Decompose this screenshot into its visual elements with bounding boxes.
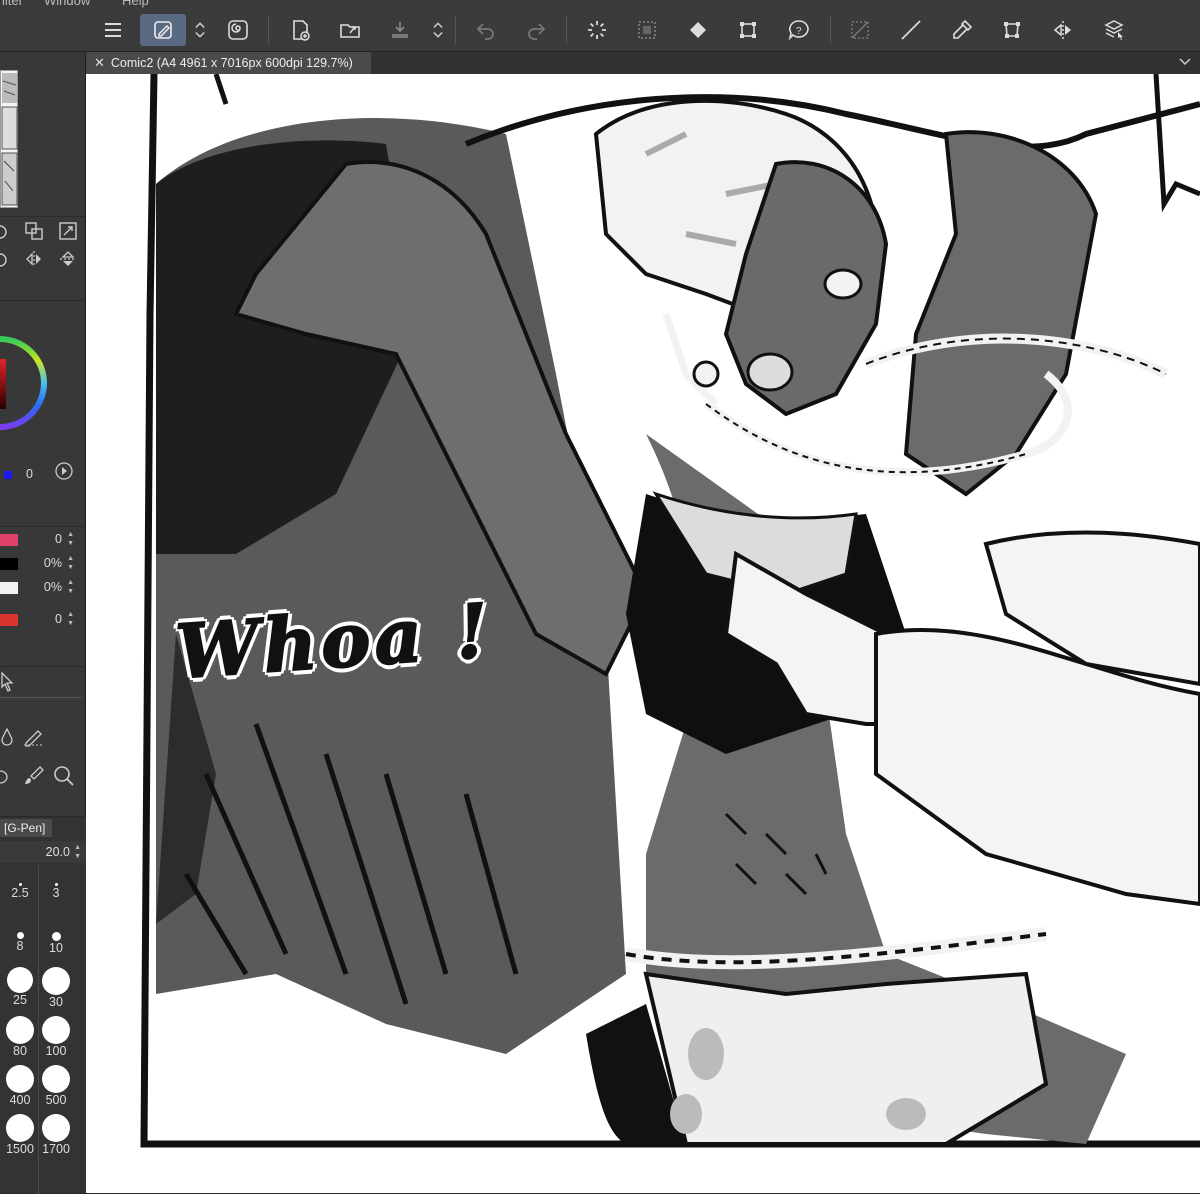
brush-size-cell[interactable]: 25	[5, 967, 35, 1007]
fit-icon[interactable]	[24, 221, 44, 241]
navigator-controls	[0, 216, 86, 274]
play-icon[interactable]	[54, 461, 74, 481]
spinner-icon[interactable]: ▲ ▼	[74, 843, 81, 861]
brush-size-cell[interactable]: 3	[43, 883, 69, 900]
updown-chevron-icon[interactable]	[428, 14, 448, 46]
brush-icon[interactable]	[22, 764, 46, 788]
color-row[interactable]: 0 ▲ ▼	[0, 529, 82, 551]
color-swatch	[0, 558, 18, 570]
brush-size-cell[interactable]: 1500	[3, 1114, 37, 1156]
brush-size-panel: [G-Pen] 20.0 ▲ ▼ 2.5 3 8 10 25 30 80 100 …	[0, 816, 86, 1194]
fill-icon[interactable]	[682, 14, 714, 46]
brush-size-cell[interactable]: 80	[5, 1016, 35, 1058]
menu-item-help[interactable]: Help	[122, 0, 149, 8]
expand-icon[interactable]	[58, 221, 78, 241]
spinner-icon[interactable]: ▲ ▼	[67, 578, 74, 596]
color-wheel-panel: 0	[0, 300, 86, 490]
color-row[interactable]: 0% ▲ ▼	[0, 553, 82, 575]
left-panel: 0 0 ▲ ▼ 0% ▲ ▼ 0% ▲ ▼ 0 ▲ ▼ [G-Pen] 20.0…	[0, 52, 86, 1194]
color-indicator	[4, 471, 12, 479]
select-all-icon[interactable]	[631, 14, 663, 46]
brush-size-grid: 2.5 3 8 10 25 30 80 100 400 500 1500 170…	[0, 865, 86, 1194]
spiral-icon[interactable]	[222, 14, 254, 46]
svg-text:?: ?	[796, 26, 802, 37]
zoom-icon[interactable]	[52, 764, 76, 788]
cursor-icon[interactable]	[0, 671, 16, 693]
transform-icon[interactable]	[732, 14, 764, 46]
line-icon[interactable]	[895, 14, 927, 46]
color-settings: 0 ▲ ▼ 0% ▲ ▼ 0% ▲ ▼ 0 ▲ ▼	[0, 526, 86, 636]
color-swatch	[0, 614, 18, 626]
crop-icon[interactable]	[996, 14, 1028, 46]
eyedropper-icon[interactable]	[946, 14, 978, 46]
navigator-thumbnail[interactable]	[0, 70, 18, 208]
brush-size-cell[interactable]: 400	[5, 1065, 35, 1107]
color-swatch	[0, 582, 18, 594]
canvas-area[interactable]: Whoa !	[86, 74, 1200, 1193]
color-row[interactable]: 0 ▲ ▼	[0, 609, 82, 631]
spinner-icon[interactable]: ▲ ▼	[67, 530, 74, 548]
flip-icon[interactable]	[1047, 14, 1079, 46]
color-row[interactable]: 0% ▲ ▼	[0, 577, 82, 599]
flip-horizontal-icon[interactable]	[24, 249, 44, 269]
brush-size-cell[interactable]: 100	[41, 1016, 71, 1058]
flip-vertical-icon[interactable]	[58, 249, 78, 269]
tool-subpanel	[0, 666, 86, 747]
reset-icon[interactable]	[0, 251, 8, 269]
open-folder-icon[interactable]	[334, 14, 366, 46]
menu-icon[interactable]	[97, 14, 129, 46]
color-swatch	[0, 534, 18, 546]
tool-icons-row	[0, 760, 86, 796]
document-tab-bar: ✕ Comic2 (A4 4961 x 7016px 600dpi 129.7%…	[86, 52, 1200, 74]
brush-size-cell[interactable]: 30	[41, 967, 71, 1009]
new-canvas-icon[interactable]	[284, 14, 316, 46]
deselect-icon[interactable]	[844, 14, 876, 46]
rotate-icon[interactable]	[0, 223, 8, 241]
brush-size-cell[interactable]: 10	[43, 932, 69, 955]
pen-edit-icon[interactable]	[22, 725, 46, 747]
drop-icon[interactable]	[0, 727, 14, 747]
redo-icon[interactable]	[520, 14, 552, 46]
loading-icon[interactable]	[581, 14, 613, 46]
brush-size-cell[interactable]: 500	[41, 1065, 71, 1107]
brush-size-cell[interactable]: 2.5	[7, 883, 33, 900]
lasso-icon[interactable]	[0, 766, 10, 788]
brush-size-cell[interactable]: 1700	[39, 1114, 73, 1156]
spinner-icon[interactable]: ▲ ▼	[67, 610, 74, 628]
save-icon[interactable]	[384, 14, 416, 46]
navigator-panel	[0, 70, 86, 208]
updown-chevron-icon[interactable]	[190, 14, 210, 46]
chevron-down-icon[interactable]	[1178, 54, 1192, 71]
menu-bar: ilter Window Help	[0, 0, 1200, 8]
brush-size-row[interactable]: 20.0 ▲ ▼	[0, 841, 86, 863]
pen-tool-icon[interactable]	[140, 14, 186, 46]
color-value: 0	[26, 467, 33, 481]
command-bar: ?	[0, 8, 1200, 52]
color-wheel[interactable]	[0, 313, 50, 453]
document-tab[interactable]: ✕ Comic2 (A4 4961 x 7016px 600dpi 129.7%…	[86, 52, 371, 74]
menu-item-filter[interactable]: ilter	[2, 0, 23, 8]
undo-icon[interactable]	[470, 14, 502, 46]
brush-tab[interactable]: [G-Pen]	[0, 819, 52, 837]
document-tab-title: Comic2 (A4 4961 x 7016px 600dpi 129.7%)	[110, 56, 353, 70]
menu-item-window[interactable]: Window	[44, 0, 90, 8]
spinner-icon[interactable]: ▲ ▼	[67, 554, 74, 572]
close-icon[interactable]: ✕	[94, 55, 105, 71]
layer-select-icon[interactable]	[1098, 14, 1130, 46]
brush-size-cell[interactable]: 8	[7, 932, 33, 953]
help-icon[interactable]: ?	[783, 14, 815, 46]
